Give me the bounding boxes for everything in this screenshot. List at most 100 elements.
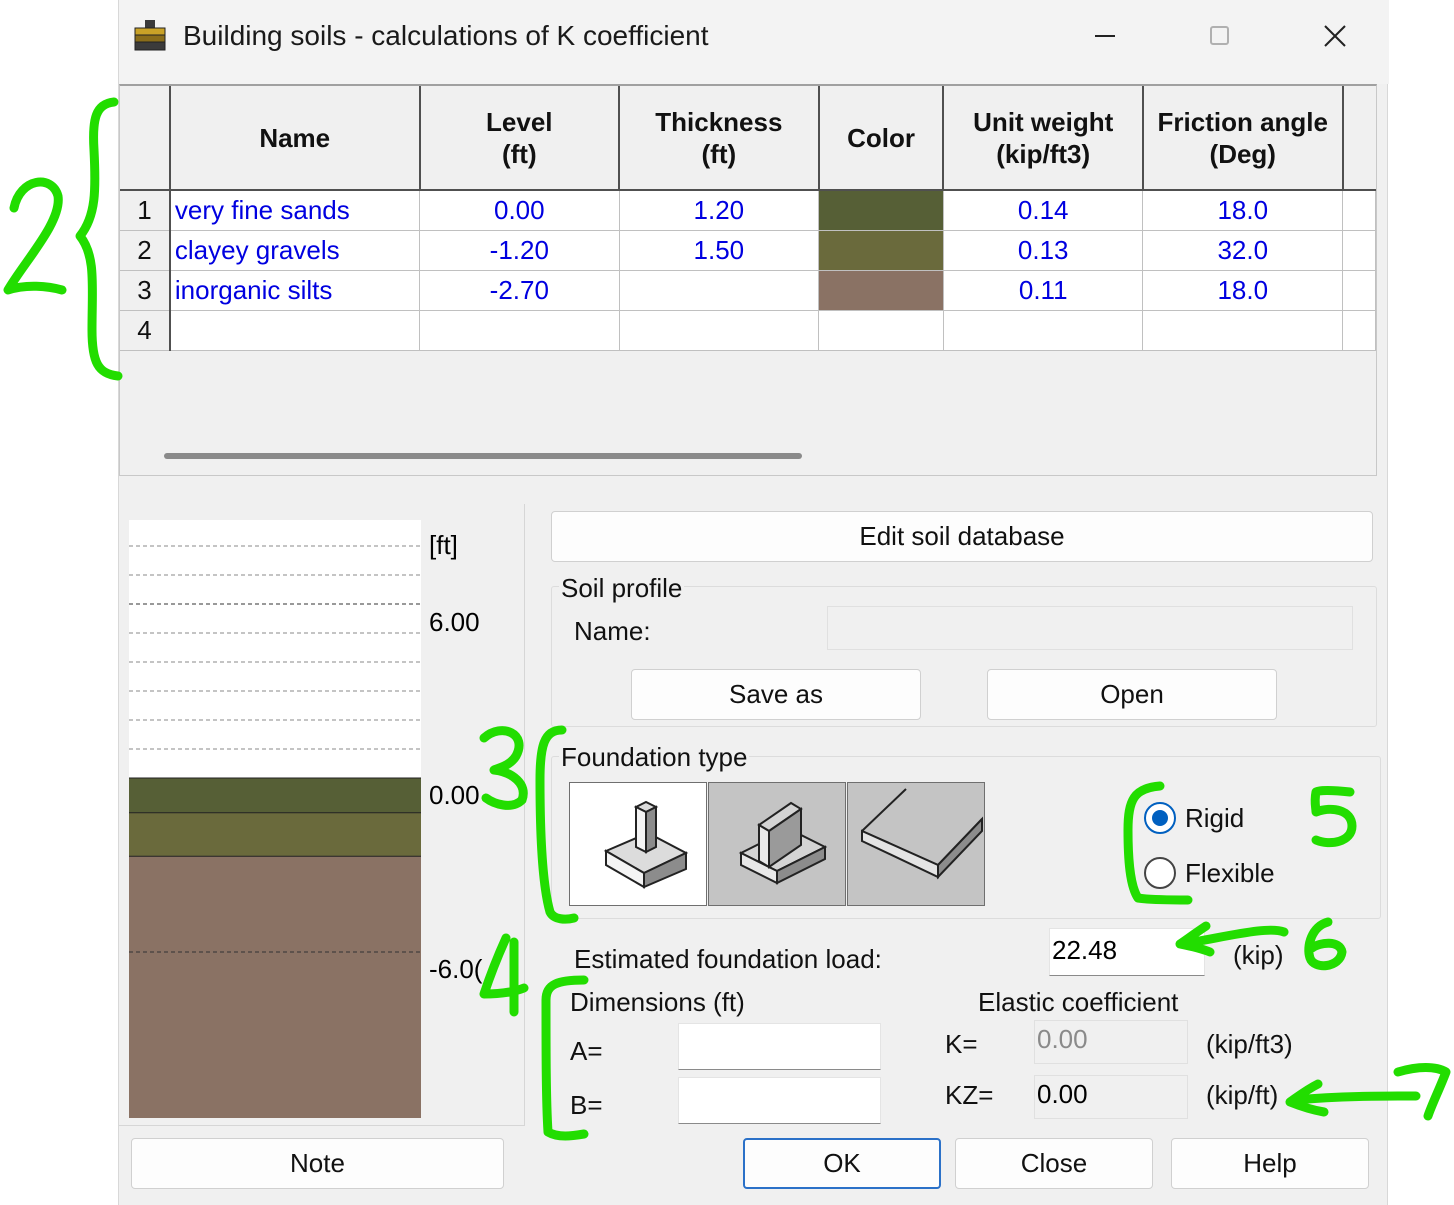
dimension-a-label: A= [570,1036,603,1066]
header-friction-angle[interactable]: Friction angle (Deg) [1142,86,1344,191]
cell-thickness[interactable]: 1.50 [619,230,820,271]
rigid-radio[interactable] [1144,802,1176,834]
cell-color[interactable] [818,190,944,231]
soil-layer-band [129,812,421,857]
axis-tick-label: -6.0( [429,954,483,984]
cell-level[interactable]: 0.00 [419,190,620,231]
foundation-load-input[interactable]: 22.48 [1049,928,1205,976]
cell-level[interactable]: -2.70 [419,270,620,311]
cell-friction-angle[interactable] [1142,310,1344,351]
cell-name[interactable]: very fine sands [169,190,421,231]
cell-thickness[interactable] [619,270,820,311]
elastic-coefficient-label: Elastic coefficient [978,987,1179,1017]
cell-friction-angle[interactable]: 32.0 [1142,230,1344,271]
foundation-type-strip[interactable] [708,782,846,906]
foundation-load-label: Estimated foundation load: [574,944,882,974]
cell-name[interactable]: inorganic silts [169,270,421,311]
cell-friction-angle[interactable]: 18.0 [1142,270,1344,311]
foundation-type-isolated[interactable] [569,782,707,906]
maximize-icon[interactable] [1199,18,1239,54]
cell-unit-weight[interactable] [943,310,1144,351]
stacked-layers-icon [134,20,166,51]
cell-color[interactable] [818,310,944,351]
table-row[interactable]: 1 very fine sands 0.00 1.20 0.14 18.0 [120,190,1376,231]
annotation-2-brace [75,97,123,381]
k-value-field: 0.00 [1034,1020,1188,1064]
flexible-radio[interactable] [1144,857,1176,889]
profile-name-label: Name: [574,616,651,646]
cell-overflow [1342,230,1376,271]
cell-friction-angle[interactable]: 18.0 [1142,190,1344,231]
color-swatch [819,191,943,229]
minimize-icon[interactable] [1085,18,1125,54]
axis-tick-label: 6.00 [429,607,480,637]
axis-unit-label: [ft] [429,530,458,560]
soil-layers-table: Name Level (ft) Thickness (ft) Color Unit … [120,86,1376,351]
cell-level[interactable]: -1.20 [419,230,620,271]
dimension-b-label: B= [570,1090,603,1120]
cell-name[interactable] [169,310,421,351]
kz-label: KZ= [945,1080,994,1110]
cell-level[interactable] [419,310,620,351]
cell-unit-weight[interactable]: 0.13 [943,230,1144,271]
foundation-load-unit: (kip) [1233,940,1284,970]
row-number: 3 [120,270,171,311]
cell-color[interactable] [818,230,944,271]
cell-color[interactable] [818,270,944,311]
kz-unit: (kip/ft) [1206,1080,1279,1110]
header-level[interactable]: Level (ft) [419,86,621,191]
header-rownum [120,86,171,191]
soil-profile-panel: [ft] 6.00 0.00 -6.0( [119,504,525,1126]
profile-air-zone [129,520,421,778]
soil-layers-grid[interactable]: Name Level (ft) Thickness (ft) Color Unit … [119,84,1377,476]
color-swatch [819,270,943,309]
dimension-b-input[interactable] [678,1077,881,1124]
window-title: Building soils - calculations of K coeff… [183,20,709,51]
row-number: 4 [120,310,171,351]
edit-soil-database-button[interactable]: Edit soil database [551,511,1373,562]
cell-name[interactable]: clayey gravels [169,230,421,271]
header-unit-weight[interactable]: Unit weight (kip/ft3) [943,86,1144,191]
k-label: K= [945,1029,978,1059]
row-number: 1 [120,190,171,231]
help-button[interactable]: Help [1171,1138,1369,1189]
foundation-type-slab[interactable] [847,782,985,906]
cell-overflow [1342,310,1376,351]
strip-footing-icon [738,801,828,885]
k-unit: (kip/ft3) [1206,1029,1293,1059]
close-button[interactable]: Close [955,1138,1153,1189]
foundation-type-group-label: Foundation type [559,742,750,773]
soil-profile-group-label: Soil profile [559,573,685,604]
dimensions-label: Dimensions (ft) [570,987,745,1017]
save-as-button[interactable]: Save as [631,669,921,720]
screenshot: Building soils - calculations of K coeff… [0,0,1454,1205]
title-bar[interactable]: Building soils - calculations of K coeff… [119,0,1389,84]
flexible-label[interactable]: Flexible [1185,858,1275,889]
header-overflow [1342,86,1376,191]
cell-unit-weight[interactable]: 0.11 [943,270,1144,311]
slab-foundation-icon [861,787,984,880]
table-row[interactable]: 2 clayey gravels -1.20 1.50 0.13 32.0 [120,230,1376,271]
annotation-7-digit [1393,1063,1451,1121]
table-row[interactable]: 3 inorganic silts -2.70 0.11 18.0 [120,270,1376,311]
note-button[interactable]: Note [131,1138,504,1189]
cell-thickness[interactable]: 1.20 [619,190,820,231]
soil-layer-band [129,778,421,813]
dimension-a-input[interactable] [678,1023,881,1070]
ok-button[interactable]: OK [743,1138,941,1189]
open-button[interactable]: Open [987,669,1277,720]
table-row[interactable]: 4 [120,310,1376,351]
header-thickness[interactable]: Thickness (ft) [619,86,820,191]
rigid-label[interactable]: Rigid [1185,803,1244,834]
horizontal-scrollbar[interactable] [164,453,802,459]
dialog-window: Building soils - calculations of K coeff… [118,0,1389,1205]
profile-name-field[interactable] [827,606,1353,650]
close-icon[interactable] [1315,18,1355,54]
header-name[interactable]: Name [169,86,421,191]
cell-thickness[interactable] [619,310,820,351]
header-color[interactable]: Color [818,86,945,191]
annotation-2-digit [3,177,67,295]
cell-unit-weight[interactable]: 0.14 [943,190,1144,231]
soil-profile-drawing [129,520,421,1118]
color-swatch [819,230,943,269]
